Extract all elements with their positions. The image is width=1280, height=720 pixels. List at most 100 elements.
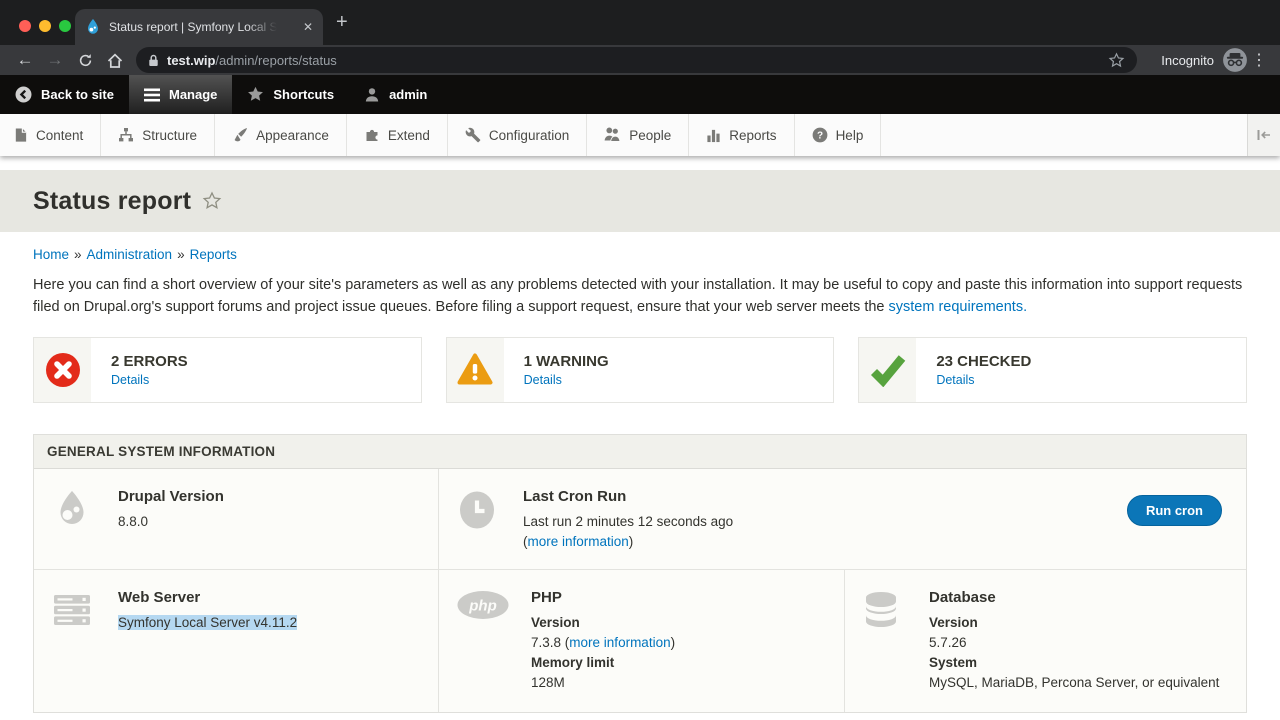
svg-text:?: ? [817,130,823,141]
tab-title: Status report | Symfony Local Se [109,20,277,34]
menu-item-people[interactable]: People [587,114,689,156]
minimize-window-button[interactable] [39,20,51,32]
error-icon [45,352,81,388]
browser-url-bar: ← → test.wip/admin/reports/status [0,45,1280,75]
window-controls[interactable] [19,20,71,32]
user-label: admin [389,87,427,102]
url-path: /admin/reports/status [215,53,336,68]
collapse-left-icon [1257,129,1271,141]
warning-card: 1 WARNING Details [446,337,835,403]
paren: ) [671,635,676,650]
php-logo-text: php [468,598,497,615]
menu-item-structure[interactable]: Structure [101,114,215,156]
structure-icon [118,127,134,143]
back-circle-icon [15,86,32,103]
tab-close-icon[interactable]: ✕ [303,20,313,34]
appearance-icon [232,127,248,143]
cron-more-info-link[interactable]: more information [528,534,629,549]
database-system-value: MySQL, MariaDB, Percona Server, or equiv… [929,673,1219,693]
clock-icon [457,489,497,531]
breadcrumb-reports-link[interactable]: Reports [190,247,237,262]
url-input[interactable]: test.wip/admin/reports/status [136,47,1137,73]
configuration-icon [465,127,481,143]
shortcuts-star-icon [247,86,264,103]
cron-cell: Last Cron Run Last run 2 minutes 12 seco… [439,469,1246,569]
reports-icon [706,128,721,143]
paren: ) [629,534,634,549]
php-memory-value: 128M [531,673,675,693]
extend-icon [364,127,380,143]
menu-item-appearance[interactable]: Appearance [215,114,347,156]
close-window-button[interactable] [19,20,31,32]
breadcrumb-separator: » [177,247,185,262]
menu-item-label: Help [836,128,864,143]
browser-tab[interactable]: Status report | Symfony Local Se ✕ [75,9,323,45]
web-server-title: Web Server [118,587,297,610]
warning-details-link[interactable]: Details [524,373,609,387]
drupal-version-value: 8.8.0 [118,512,224,532]
menu-item-help[interactable]: ? Help [795,114,882,156]
status-cards: 2 ERRORS Details 1 WARNING Details [33,337,1247,403]
user-menu-button[interactable]: admin [349,75,442,114]
home-icon[interactable] [100,45,130,75]
help-icon: ? [812,127,828,143]
cron-title: Last Cron Run [523,486,733,509]
errors-count: 2 ERRORS [111,353,188,370]
menu-item-extend[interactable]: Extend [347,114,448,156]
url-host: test.wip [167,53,215,68]
forward-icon[interactable]: → [40,45,70,75]
manage-button[interactable]: Manage [129,75,232,114]
warning-count: 1 WARNING [524,353,609,370]
database-title: Database [929,587,1219,610]
database-system-label: System [929,653,1219,673]
checked-card: 23 CHECKED Details [858,337,1247,403]
back-icon[interactable]: ← [10,45,40,75]
web-server-value: Symfony Local Server v4.11.2 [118,615,297,630]
breadcrumb: Home » Administration » Reports [33,247,1247,262]
back-to-site-label: Back to site [41,87,114,102]
page-title: Status report [33,187,191,216]
cron-status: Last run 2 minutes 12 seconds ago [523,512,733,532]
shortcuts-label: Shortcuts [273,87,334,102]
toolbar-collapse-button[interactable] [1247,114,1280,156]
drupal-version-title: Drupal Version [118,486,224,509]
reload-icon[interactable] [70,45,100,75]
php-title: PHP [531,587,675,610]
breadcrumb-administration-link[interactable]: Administration [87,247,173,262]
cron-more-info: (more information) [523,532,733,552]
page-content: Home»Administration»Reports Here you can… [0,232,1280,720]
php-more-info-link[interactable]: more information [569,635,670,650]
menu-item-label: Extend [388,128,430,143]
browser-menu-icon[interactable]: ⋮ [1248,50,1270,70]
checked-details-link[interactable]: Details [936,373,1031,387]
breadcrumb-home-link[interactable]: Home [33,247,69,262]
menu-item-reports[interactable]: Reports [689,114,794,156]
drupal-version-cell: Drupal Version 8.8.0 [34,469,439,569]
incognito-icon [1222,47,1248,73]
shortcuts-button[interactable]: Shortcuts [232,75,349,114]
menu-item-label: Content [36,128,83,143]
people-icon [604,127,621,143]
new-tab-button[interactable]: + [336,11,348,34]
browser-tab-bar: Status report | Symfony Local Se ✕ + [0,0,1280,45]
run-cron-button[interactable]: Run cron [1127,495,1222,526]
general-info-panel: GENERAL SYSTEM INFORMATION Drupal Versio… [33,434,1247,713]
maximize-window-button[interactable] [59,20,71,32]
menu-item-configuration[interactable]: Configuration [448,114,587,156]
error-iconbox [34,338,91,402]
content-icon [13,127,28,143]
favorite-star-icon[interactable] [202,191,222,211]
php-version-row: 7.3.8 (more information) [531,633,675,653]
user-icon [364,87,380,103]
warning-icon [456,352,494,388]
browser-window: Status report | Symfony Local Se ✕ + ← → [0,0,1280,720]
system-requirements-link[interactable]: system requirements. [889,299,1028,315]
checked-iconbox [859,338,916,402]
back-to-site-button[interactable]: Back to site [0,75,129,114]
breadcrumb-separator: » [74,247,82,262]
php-version-label: Version [531,613,675,633]
menu-item-content[interactable]: Content [0,114,101,156]
php-version-value: 7.3.8 [531,635,561,650]
bookmark-star-icon[interactable] [1108,52,1125,69]
errors-details-link[interactable]: Details [111,373,188,387]
